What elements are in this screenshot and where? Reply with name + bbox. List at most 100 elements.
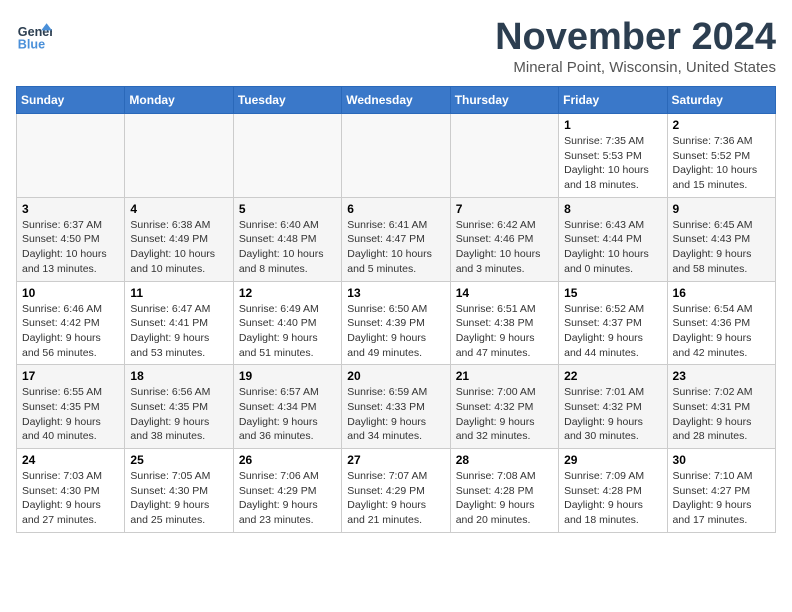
day-info: Sunrise: 6:41 AM Sunset: 4:47 PM Dayligh… (347, 218, 444, 277)
day-number: 5 (239, 202, 336, 216)
calendar-day-cell: 27Sunrise: 7:07 AM Sunset: 4:29 PM Dayli… (342, 449, 450, 533)
day-number: 28 (456, 453, 553, 467)
day-info: Sunrise: 6:49 AM Sunset: 4:40 PM Dayligh… (239, 302, 336, 361)
calendar-day-cell: 18 Sunrise: 6:56 AM Sunset: 4:35 PM Dayli… (125, 365, 233, 449)
calendar-day-cell: 22 Sunrise: 7:01 AM Sunset: 4:32 PM Dayli… (559, 365, 667, 449)
calendar-header-tuesday: Tuesday (233, 87, 341, 114)
calendar-day-cell (17, 114, 125, 198)
day-info: Sunrise: 6:56 AM Sunset: 4:35 PM Dayligh… (130, 385, 227, 444)
month-title: November 2024 (495, 16, 776, 59)
calendar-day-cell: 3Sunrise: 6:37 AM Sunset: 4:50 PM Daylig… (17, 197, 125, 281)
day-info: Sunrise: 6:59 AM Sunset: 4:33 PM Dayligh… (347, 385, 444, 444)
calendar-day-cell: 8 Sunrise: 6:43 AM Sunset: 4:44 PM Daylig… (559, 197, 667, 281)
calendar-day-cell: 10Sunrise: 6:46 AM Sunset: 4:42 PM Dayli… (17, 281, 125, 365)
day-info: Sunrise: 6:40 AM Sunset: 4:48 PM Dayligh… (239, 218, 336, 277)
calendar-day-cell: 19 Sunrise: 6:57 AM Sunset: 4:34 PM Dayli… (233, 365, 341, 449)
calendar-day-cell: 13 Sunrise: 6:50 AM Sunset: 4:39 PM Dayli… (342, 281, 450, 365)
calendar-day-cell: 25Sunrise: 7:05 AM Sunset: 4:30 PM Dayli… (125, 449, 233, 533)
day-info: Sunrise: 7:36 AM Sunset: 5:52 PM Dayligh… (673, 134, 770, 193)
calendar-day-cell: 23 Sunrise: 7:02 AM Sunset: 4:31 PM Dayli… (667, 365, 775, 449)
day-info: Sunrise: 6:57 AM Sunset: 4:34 PM Dayligh… (239, 385, 336, 444)
calendar-week-row: 24Sunrise: 7:03 AM Sunset: 4:30 PM Dayli… (17, 449, 776, 533)
day-info: Sunrise: 6:38 AM Sunset: 4:49 PM Dayligh… (130, 218, 227, 277)
calendar-day-cell (125, 114, 233, 198)
day-number: 15 (564, 286, 661, 300)
calendar-day-cell (342, 114, 450, 198)
day-number: 27 (347, 453, 444, 467)
day-info: Sunrise: 6:50 AM Sunset: 4:39 PM Dayligh… (347, 302, 444, 361)
day-number: 26 (239, 453, 336, 467)
day-number: 3 (22, 202, 119, 216)
day-info: Sunrise: 6:52 AM Sunset: 4:37 PM Dayligh… (564, 302, 661, 361)
calendar-day-cell: 6 Sunrise: 6:41 AM Sunset: 4:47 PM Daylig… (342, 197, 450, 281)
calendar-day-cell: 29 Sunrise: 7:09 AM Sunset: 4:28 PM Dayli… (559, 449, 667, 533)
day-info: Sunrise: 7:01 AM Sunset: 4:32 PM Dayligh… (564, 385, 661, 444)
calendar-header-row: SundayMondayTuesdayWednesdayThursdayFrid… (17, 87, 776, 114)
day-number: 9 (673, 202, 770, 216)
calendar-table: SundayMondayTuesdayWednesdayThursdayFrid… (16, 86, 776, 533)
day-number: 30 (673, 453, 770, 467)
calendar-week-row: 10Sunrise: 6:46 AM Sunset: 4:42 PM Dayli… (17, 281, 776, 365)
day-info: Sunrise: 6:42 AM Sunset: 4:46 PM Dayligh… (456, 218, 553, 277)
calendar-day-cell: 16Sunrise: 6:54 AM Sunset: 4:36 PM Dayli… (667, 281, 775, 365)
day-info: Sunrise: 6:47 AM Sunset: 4:41 PM Dayligh… (130, 302, 227, 361)
calendar-header-thursday: Thursday (450, 87, 558, 114)
calendar-day-cell: 28 Sunrise: 7:08 AM Sunset: 4:28 PM Dayli… (450, 449, 558, 533)
day-number: 22 (564, 369, 661, 383)
page-header: General Blue November 2024 Mineral Point… (16, 16, 776, 76)
logo: General Blue (16, 16, 52, 52)
day-number: 18 (130, 369, 227, 383)
day-number: 8 (564, 202, 661, 216)
calendar-day-cell: 17 Sunrise: 6:55 AM Sunset: 4:35 PM Dayli… (17, 365, 125, 449)
calendar-day-cell: 20Sunrise: 6:59 AM Sunset: 4:33 PM Dayli… (342, 365, 450, 449)
calendar-week-row: 1 Sunrise: 7:35 AM Sunset: 5:53 PM Daylig… (17, 114, 776, 198)
day-info: Sunrise: 7:06 AM Sunset: 4:29 PM Dayligh… (239, 469, 336, 528)
day-info: Sunrise: 6:46 AM Sunset: 4:42 PM Dayligh… (22, 302, 119, 361)
calendar-day-cell: 15 Sunrise: 6:52 AM Sunset: 4:37 PM Dayli… (559, 281, 667, 365)
logo-icon: General Blue (16, 16, 52, 52)
day-info: Sunrise: 6:51 AM Sunset: 4:38 PM Dayligh… (456, 302, 553, 361)
day-number: 29 (564, 453, 661, 467)
day-number: 17 (22, 369, 119, 383)
calendar-header-wednesday: Wednesday (342, 87, 450, 114)
day-number: 2 (673, 118, 770, 132)
calendar-header-friday: Friday (559, 87, 667, 114)
day-number: 19 (239, 369, 336, 383)
day-info: Sunrise: 7:10 AM Sunset: 4:27 PM Dayligh… (673, 469, 770, 528)
day-number: 7 (456, 202, 553, 216)
day-info: Sunrise: 7:35 AM Sunset: 5:53 PM Dayligh… (564, 134, 661, 193)
calendar-week-row: 3Sunrise: 6:37 AM Sunset: 4:50 PM Daylig… (17, 197, 776, 281)
calendar-day-cell: 5 Sunrise: 6:40 AM Sunset: 4:48 PM Daylig… (233, 197, 341, 281)
calendar-day-cell: 24Sunrise: 7:03 AM Sunset: 4:30 PM Dayli… (17, 449, 125, 533)
location-subtitle: Mineral Point, Wisconsin, United States (495, 59, 776, 76)
calendar-day-cell: 30 Sunrise: 7:10 AM Sunset: 4:27 PM Dayli… (667, 449, 775, 533)
calendar-header-sunday: Sunday (17, 87, 125, 114)
title-block: November 2024 Mineral Point, Wisconsin, … (495, 16, 776, 76)
calendar-day-cell: 1 Sunrise: 7:35 AM Sunset: 5:53 PM Daylig… (559, 114, 667, 198)
calendar-day-cell (233, 114, 341, 198)
svg-text:Blue: Blue (18, 37, 45, 51)
day-number: 21 (456, 369, 553, 383)
day-number: 6 (347, 202, 444, 216)
day-number: 13 (347, 286, 444, 300)
day-info: Sunrise: 7:05 AM Sunset: 4:30 PM Dayligh… (130, 469, 227, 528)
calendar-day-cell: 12 Sunrise: 6:49 AM Sunset: 4:40 PM Dayli… (233, 281, 341, 365)
day-info: Sunrise: 6:43 AM Sunset: 4:44 PM Dayligh… (564, 218, 661, 277)
calendar-day-cell: 26 Sunrise: 7:06 AM Sunset: 4:29 PM Dayli… (233, 449, 341, 533)
calendar-day-cell: 11 Sunrise: 6:47 AM Sunset: 4:41 PM Dayli… (125, 281, 233, 365)
day-number: 12 (239, 286, 336, 300)
day-info: Sunrise: 7:08 AM Sunset: 4:28 PM Dayligh… (456, 469, 553, 528)
calendar-header-saturday: Saturday (667, 87, 775, 114)
day-info: Sunrise: 7:09 AM Sunset: 4:28 PM Dayligh… (564, 469, 661, 528)
calendar-week-row: 17 Sunrise: 6:55 AM Sunset: 4:35 PM Dayli… (17, 365, 776, 449)
day-number: 11 (130, 286, 227, 300)
calendar-day-cell: 4Sunrise: 6:38 AM Sunset: 4:49 PM Daylig… (125, 197, 233, 281)
calendar-header-monday: Monday (125, 87, 233, 114)
day-info: Sunrise: 7:02 AM Sunset: 4:31 PM Dayligh… (673, 385, 770, 444)
day-info: Sunrise: 6:45 AM Sunset: 4:43 PM Dayligh… (673, 218, 770, 277)
day-number: 23 (673, 369, 770, 383)
day-number: 1 (564, 118, 661, 132)
calendar-day-cell: 2 Sunrise: 7:36 AM Sunset: 5:52 PM Daylig… (667, 114, 775, 198)
calendar-day-cell: 21Sunrise: 7:00 AM Sunset: 4:32 PM Dayli… (450, 365, 558, 449)
day-info: Sunrise: 6:55 AM Sunset: 4:35 PM Dayligh… (22, 385, 119, 444)
